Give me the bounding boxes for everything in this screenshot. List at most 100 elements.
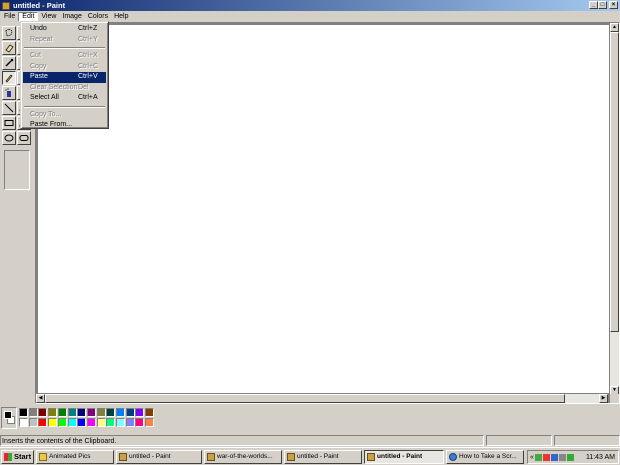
taskbar-button-label: untitled - Paint [377, 453, 423, 460]
color-palette [0, 405, 620, 433]
color-swatch[interactable] [106, 418, 116, 427]
menu-view[interactable]: View [38, 12, 59, 22]
color-swatch[interactable] [48, 408, 58, 417]
color-swatch[interactable] [125, 418, 135, 427]
close-button[interactable]: × [609, 1, 618, 9]
taskbar-button-label: How to Take a Scr... [459, 453, 517, 460]
pencil-icon[interactable] [2, 71, 16, 85]
current-colors-box[interactable] [1, 407, 17, 429]
menu-image[interactable]: Image [59, 12, 84, 22]
vertical-scroll-thumb[interactable] [610, 32, 619, 332]
menu-cut[interactable]: Cut Ctrl+X [23, 51, 106, 62]
menu-file[interactable]: File [1, 12, 18, 22]
security-icon[interactable] [542, 453, 550, 461]
start-button[interactable]: Start [1, 449, 34, 464]
menu-clear-selection[interactable]: Clear Selection Del [23, 83, 106, 94]
taskbar: Start Animated Pics untitled - Paint war… [0, 447, 620, 465]
windows-logo-icon [4, 452, 12, 461]
eyedropper-icon[interactable] [2, 56, 16, 70]
taskbar-button-war-of-the-worlds[interactable]: war-of-the-worlds... [204, 449, 282, 464]
airbrush-icon[interactable] [2, 86, 16, 100]
menu-separator [24, 47, 105, 49]
status-bar: Inserts the contents of the Clipboard. [0, 435, 620, 446]
eraser-icon[interactable] [2, 41, 16, 55]
menu-copy[interactable]: Copy Ctrl+C [23, 62, 106, 73]
color-swatch[interactable] [145, 418, 155, 427]
folder-icon [39, 452, 47, 461]
color-swatch[interactable] [106, 408, 116, 417]
status-size-pane [554, 435, 620, 446]
menu-copy-to[interactable]: Copy To... [23, 110, 106, 121]
scroll-right-button[interactable]: ▶ [599, 394, 608, 403]
color-swatch[interactable] [135, 408, 145, 417]
menu-edit[interactable]: Edit [18, 11, 39, 22]
ellipse-icon[interactable] [2, 131, 16, 145]
menu-colors[interactable]: Colors [85, 12, 111, 22]
color-swatch[interactable] [116, 418, 125, 427]
color-swatch[interactable] [135, 418, 145, 427]
color-swatch[interactable] [19, 418, 28, 427]
system-tray: « 11:43 AM [527, 450, 619, 464]
scroll-left-button[interactable]: ◀ [36, 394, 45, 403]
color-swatch[interactable] [67, 408, 77, 417]
scroll-corner [610, 394, 619, 403]
title-bar[interactable]: untitled - Paint _ □ × [0, 0, 620, 11]
drawing-canvas[interactable] [38, 25, 609, 393]
color-swatch[interactable] [38, 418, 48, 427]
color-swatch[interactable] [28, 408, 38, 417]
menu-select-all[interactable]: Select All Ctrl+A [23, 93, 106, 104]
clock[interactable]: 11:43 AM [586, 454, 618, 461]
color-swatch[interactable] [48, 418, 58, 427]
start-label: Start [14, 452, 32, 461]
color-swatch[interactable] [96, 408, 106, 417]
color-swatch[interactable] [19, 408, 28, 417]
foreground-color [4, 411, 12, 419]
menu-repeat[interactable]: Repeat Ctrl+Y [23, 35, 106, 46]
scroll-up-button[interactable]: ▲ [610, 23, 619, 32]
window-controls: _ □ × [589, 1, 618, 9]
status-coordinates-pane [486, 435, 552, 446]
monitor-icon[interactable] [550, 453, 558, 461]
rounded-rectangle-icon[interactable] [17, 131, 31, 145]
menu-separator [24, 105, 105, 108]
color-swatch[interactable] [96, 418, 106, 427]
menu-help[interactable]: Help [111, 12, 131, 22]
paint-icon [119, 452, 127, 461]
color-swatch[interactable] [57, 408, 67, 417]
line-icon[interactable] [2, 101, 16, 115]
paint-app-icon[interactable] [2, 1, 10, 10]
network-icon[interactable] [534, 453, 542, 461]
color-swatch[interactable] [116, 408, 125, 417]
taskbar-button-paint-2[interactable]: untitled - Paint [284, 449, 362, 464]
paint-icon [207, 452, 215, 461]
color-swatch[interactable] [38, 408, 48, 417]
volume-icon[interactable] [558, 453, 566, 461]
color-swatch[interactable] [86, 408, 96, 417]
horizontal-scroll-thumb[interactable] [45, 394, 565, 403]
free-select-icon[interactable] [2, 26, 16, 40]
vertical-scrollbar[interactable]: ▲ ▼ [610, 23, 619, 395]
menu-paste-from[interactable]: Paste From... [23, 120, 106, 131]
taskbar-button-browser[interactable]: How to Take a Scr... [446, 449, 524, 464]
color-swatch[interactable] [57, 418, 67, 427]
tool-options-box[interactable] [4, 150, 30, 190]
taskbar-button-paint-1[interactable]: untitled - Paint [116, 449, 202, 464]
taskbar-button-paint-active[interactable]: untitled - Paint [364, 449, 444, 464]
color-swatch[interactable] [86, 418, 96, 427]
minimize-button[interactable]: _ [589, 1, 598, 9]
tray-expand-arrow[interactable]: « [530, 454, 534, 461]
color-swatch[interactable] [145, 408, 155, 417]
signal-icon[interactable] [566, 453, 574, 461]
color-swatch[interactable] [67, 418, 77, 427]
color-swatch[interactable] [125, 408, 135, 417]
horizontal-scrollbar[interactable]: ◀ ▶ [36, 394, 608, 403]
rectangle-icon[interactable] [2, 116, 16, 130]
color-swatch[interactable] [77, 408, 87, 417]
color-swatch[interactable] [28, 418, 38, 427]
menu-paste[interactable]: Paste Ctrl+V [23, 72, 106, 83]
menu-undo[interactable]: Undo Ctrl+Z [23, 24, 106, 35]
maximize-button[interactable]: □ [598, 1, 607, 9]
taskbar-button-label: untitled - Paint [297, 453, 339, 460]
color-swatch[interactable] [77, 418, 87, 427]
taskbar-button-animated-pics[interactable]: Animated Pics [36, 449, 114, 464]
